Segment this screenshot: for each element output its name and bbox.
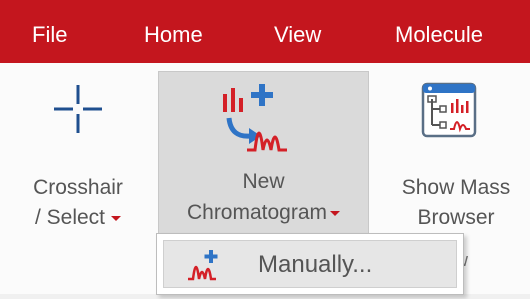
- mass-browser-label-line2: Browser: [417, 206, 495, 229]
- crosshair-label-line2-row: / Select: [8, 205, 148, 230]
- crosshair-select-button[interactable]: Crosshair / Select: [8, 71, 148, 236]
- new-chromatogram-icon: [223, 84, 287, 152]
- menu-view[interactable]: View: [274, 22, 321, 48]
- show-mass-browser-button[interactable]: Show Mass Browser: [382, 71, 530, 236]
- menu-file[interactable]: File: [32, 22, 67, 48]
- crosshair-label-line1: Crosshair: [33, 176, 123, 199]
- crosshair-icon: [54, 85, 102, 133]
- mass-browser-icon: [421, 82, 477, 138]
- dropdown-item-label: Manually...: [258, 251, 373, 278]
- dropdown-item-manually[interactable]: Manually...: [163, 240, 457, 288]
- new-chromatogram-label-line1: New: [242, 170, 285, 193]
- menu-home[interactable]: Home: [144, 22, 203, 48]
- menu-molecule[interactable]: Molecule: [395, 22, 483, 48]
- new-chromatogram-label-line2: Chromatogram: [186, 201, 328, 224]
- dropdown-arrow-icon: [330, 210, 341, 216]
- mass-browser-label-line1: Show Mass: [401, 176, 511, 199]
- dropdown-arrow-icon: [111, 215, 122, 221]
- new-chromatogram-label-line2-row: Chromatogram: [159, 200, 368, 225]
- new-chromatogram-dropdown: Manually...: [156, 233, 464, 295]
- new-chromatogram-button[interactable]: New Chromatogram: [158, 71, 369, 236]
- chromatogram-add-icon: [188, 250, 218, 281]
- crosshair-label-line2: / Select: [34, 206, 106, 229]
- menu-bar: File Home View Molecule: [0, 0, 530, 63]
